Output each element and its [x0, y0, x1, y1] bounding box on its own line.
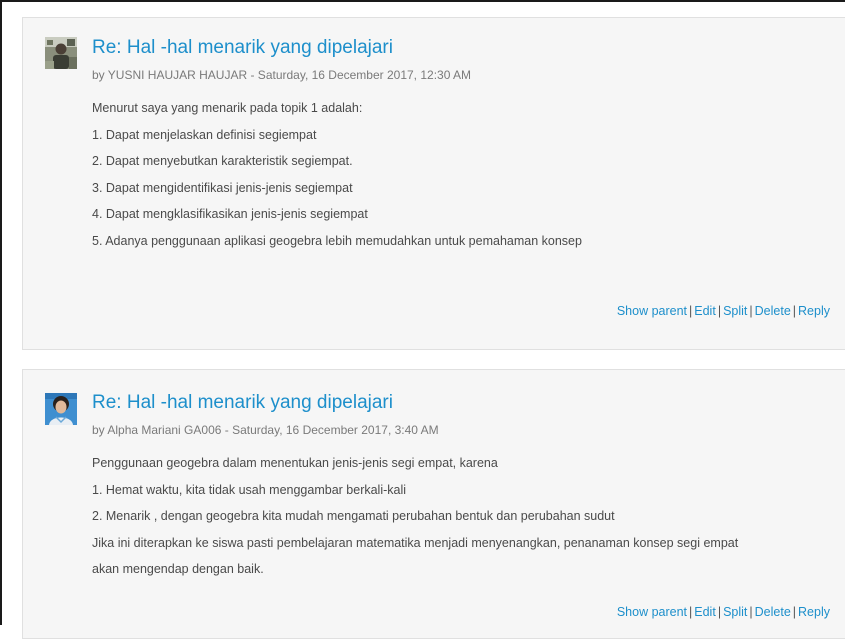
post-commands: Show parent | Edit | Split | Delete | Reply	[617, 605, 830, 619]
command-separator: |	[749, 304, 753, 318]
post-paragraph: 1. Hemat waktu, kita tidak usah menggamb…	[92, 482, 407, 497]
forum-discussion-frame: Re: Hal -hal menarik yang dipelajari by …	[0, 0, 845, 639]
split-link[interactable]: Split	[723, 304, 747, 318]
command-separator: |	[749, 605, 753, 619]
forum-post: Re: Hal -hal menarik yang dipelajari by …	[22, 369, 845, 639]
post-subject-link[interactable]: Re: Hal -hal menarik yang dipelajari	[92, 392, 393, 414]
post-paragraph: 5. Adanya penggunaan aplikasi geogebra l…	[92, 233, 582, 248]
user-avatar[interactable]	[45, 37, 77, 69]
user-avatar[interactable]	[45, 393, 77, 425]
command-separator: |	[792, 304, 797, 318]
delete-link[interactable]: Delete	[755, 605, 791, 619]
command-separator: |	[717, 605, 722, 619]
reply-link[interactable]: Reply	[798, 605, 830, 619]
post-author-date: by Alpha Mariani GA006 - Saturday, 16 De…	[92, 423, 439, 437]
show-parent-link[interactable]: Show parent	[617, 605, 687, 619]
post-paragraph: 3. Dapat mengidentifikasi jenis-jenis se…	[92, 180, 353, 195]
post-paragraph: 2. Dapat menyebutkan karakteristik segie…	[92, 154, 353, 168]
post-paragraph: 1. Dapat menjelaskan definisi segiempat	[92, 127, 317, 142]
post-author-date: by YUSNI HAUJAR HAUJAR - Saturday, 16 De…	[92, 68, 472, 82]
command-separator: |	[792, 605, 797, 619]
post-content: Menurut saya yang menarik pada topik 1 a…	[92, 95, 842, 254]
post-paragraph: Penggunaan geogebra dalam menentukan jen…	[92, 456, 498, 470]
show-parent-link[interactable]: Show parent	[617, 304, 687, 318]
post-paragraph: Jika ini diterapkan ke siswa pasti pembe…	[92, 535, 739, 550]
edit-link[interactable]: Edit	[694, 304, 716, 318]
reply-link[interactable]: Reply	[798, 304, 830, 318]
post-paragraph: akan mengendap dengan baik.	[92, 562, 264, 576]
post-paragraph: 2. Menarik , dengan geogebra kita mudah …	[92, 509, 615, 523]
forum-post: Re: Hal -hal menarik yang dipelajari by …	[22, 17, 845, 350]
post-commands: Show parent | Edit | Split | Delete | Reply	[617, 304, 830, 318]
command-separator: |	[717, 304, 722, 318]
split-link[interactable]: Split	[723, 605, 747, 619]
post-content: Penggunaan geogebra dalam menentukan jen…	[92, 450, 842, 583]
post-paragraph: 4. Dapat mengklasifikasikan jenis-jenis …	[92, 207, 368, 221]
edit-link[interactable]: Edit	[694, 605, 716, 619]
delete-link[interactable]: Delete	[755, 304, 791, 318]
post-paragraph: Menurut saya yang menarik pada topik 1 a…	[92, 101, 363, 115]
post-subject-link[interactable]: Re: Hal -hal menarik yang dipelajari	[92, 37, 393, 59]
